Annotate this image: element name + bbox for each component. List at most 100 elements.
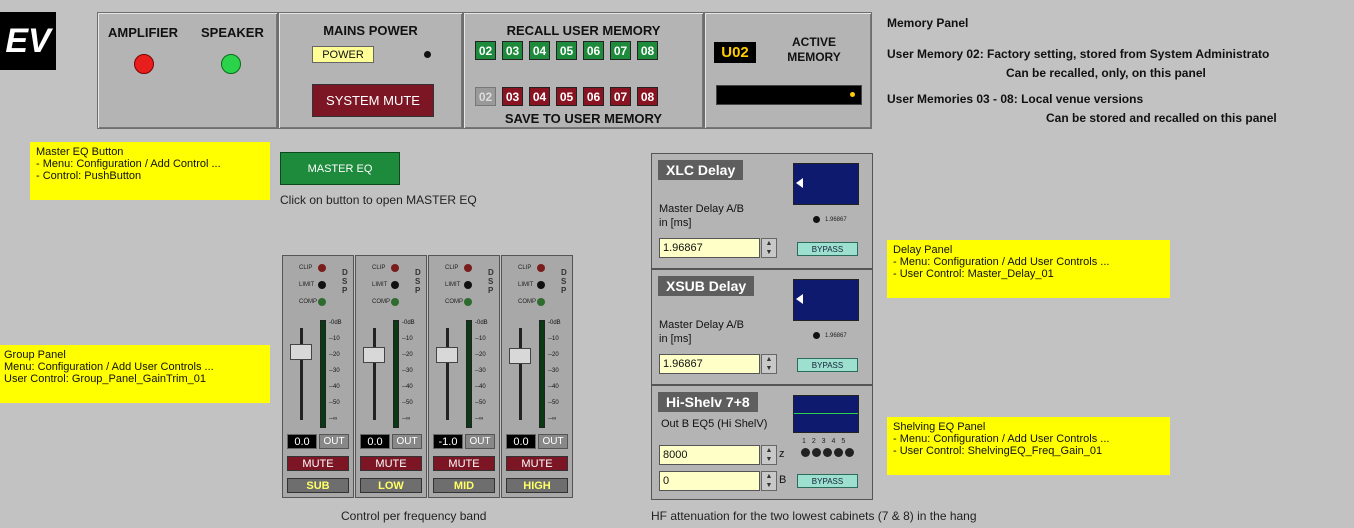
save-memory-07-button[interactable]: 07: [610, 87, 631, 106]
band-label: LOW: [360, 478, 422, 493]
gain-value[interactable]: 0.0: [287, 434, 317, 449]
recall-memory-03-button[interactable]: 03: [502, 41, 523, 60]
power-button[interactable]: POWER: [312, 46, 374, 63]
eq-band-indicator: [823, 448, 832, 457]
meter-scale-label: --20: [329, 352, 340, 358]
meter-scale-label: --∞: [548, 416, 557, 422]
meter-scale-label: -0dB: [329, 320, 342, 326]
mute-button[interactable]: MUTE: [506, 456, 568, 471]
gain-fader-track: [300, 328, 303, 420]
limit-led: [391, 281, 399, 289]
active-memory-panel: U02 ACTIVE MEMORY: [704, 12, 872, 129]
save-memory-08-button[interactable]: 08: [637, 87, 658, 106]
shelf-freq-input[interactable]: 8000: [659, 445, 760, 465]
eq-band-indicator: [834, 448, 843, 457]
gain-fader-handle[interactable]: [363, 347, 385, 363]
dsp-label: DSP: [561, 268, 567, 295]
recall-memory-07-button[interactable]: 07: [610, 41, 631, 60]
recall-memory-04-button[interactable]: 04: [529, 41, 550, 60]
speaker-label: SPEAKER: [201, 25, 264, 40]
master-eq-button[interactable]: MASTER EQ: [280, 152, 400, 185]
note-master-eq: Master EQ Button - Menu: Configuration /…: [30, 142, 270, 200]
comp-led: [464, 298, 472, 306]
eq-curve: [794, 413, 858, 414]
band-label: MID: [433, 478, 495, 493]
meter-scale-label: --50: [402, 400, 413, 406]
gain-fader-track: [519, 328, 522, 420]
meter-scale-label: --10: [329, 336, 340, 342]
recall-memory-05-button[interactable]: 05: [556, 41, 577, 60]
system-mute-button[interactable]: SYSTEM MUTE: [312, 84, 434, 117]
meter-scale-label: -0dB: [402, 320, 415, 326]
level-meter: [466, 320, 472, 428]
recall-memory-02-button[interactable]: 02: [475, 41, 496, 60]
gain-value[interactable]: 0.0: [360, 434, 390, 449]
gain-value[interactable]: 0.0: [506, 434, 536, 449]
meter-scale-label: --30: [548, 368, 559, 374]
desc-line: in [ms]: [659, 217, 692, 229]
save-memory-06-button[interactable]: 06: [583, 87, 604, 106]
memory-info-title: Memory Panel: [887, 16, 969, 30]
shelf-eq-display: [793, 395, 859, 433]
level-meter: [539, 320, 545, 428]
meter-scale-label: --50: [548, 400, 559, 406]
xlc-delay-title: XLC Delay: [658, 160, 744, 180]
gain-fader-handle[interactable]: [290, 344, 312, 360]
mute-button[interactable]: MUTE: [433, 456, 495, 471]
note-line: Shelving EQ Panel: [893, 421, 986, 433]
amplifier-led: [134, 54, 154, 74]
shelf-gain-spinner[interactable]: ▲ ▼: [761, 471, 777, 491]
meter-scale-label: --20: [548, 352, 559, 358]
dsp-label: DSP: [488, 268, 494, 295]
xlc-bypass-button[interactable]: BYPASS: [797, 242, 858, 256]
out-button[interactable]: OUT: [538, 434, 568, 449]
gain-fader-handle[interactable]: [509, 348, 531, 364]
memory-info-line4: Can be stored and recalled on this panel: [1046, 111, 1277, 125]
desc-line: in [ms]: [659, 333, 692, 345]
save-memory-03-button[interactable]: 03: [502, 87, 523, 106]
shelf-gain-input[interactable]: 0: [659, 471, 760, 491]
save-memory-05-button[interactable]: 05: [556, 87, 577, 106]
recall-memory-06-button[interactable]: 06: [583, 41, 604, 60]
gain-fader-handle[interactable]: [436, 347, 458, 363]
display-indicator: [850, 92, 855, 97]
save-memory-04-button[interactable]: 04: [529, 87, 550, 106]
xsub-delay-readout: 1.96867: [825, 333, 847, 339]
ev-logo: EV: [0, 12, 56, 70]
gain-fader-track: [446, 328, 449, 420]
shelf-gain-unit: B: [779, 474, 787, 486]
note-line: - Control: PushButton: [36, 170, 142, 182]
memory-info-line2: Can be recalled, only, on this panel: [1006, 66, 1206, 80]
mute-button[interactable]: MUTE: [287, 456, 349, 471]
shelf-freq-spinner[interactable]: ▲ ▼: [761, 445, 777, 465]
comp-label: COMP: [299, 299, 317, 305]
clip-led: [537, 264, 545, 272]
meter-scale-label: --30: [402, 368, 413, 374]
xsub-delay-spinner[interactable]: ▲ ▼: [761, 354, 777, 374]
group-strip-mid: CLIP LIMIT COMP D S P -0dB --10 --20 --30 --40 --50…: [428, 255, 500, 498]
mute-button[interactable]: MUTE: [360, 456, 422, 471]
hi-shelv-title: Hi-Shelv 7+8: [658, 392, 758, 412]
gain-value[interactable]: -1.0: [433, 434, 463, 449]
recall-memory-08-button[interactable]: 08: [637, 41, 658, 60]
limit-label: LIMIT: [299, 282, 315, 288]
out-button[interactable]: OUT: [392, 434, 422, 449]
meter-scale-label: --50: [475, 400, 486, 406]
meter-scale-label: --10: [402, 336, 413, 342]
active-memory-display: [716, 85, 862, 105]
out-button[interactable]: OUT: [319, 434, 349, 449]
limit-led: [537, 281, 545, 289]
xsub-delay-input[interactable]: 1.96867: [659, 354, 760, 374]
xlc-delay-spinner[interactable]: ▲ ▼: [761, 238, 777, 258]
band-label: SUB: [287, 478, 349, 493]
note-line: Master EQ Button: [36, 146, 124, 158]
meter-scale-label: --40: [475, 384, 486, 390]
clip-label: CLIP: [445, 265, 459, 271]
gain-fader-track: [373, 328, 376, 420]
xsub-bypass-button[interactable]: BYPASS: [797, 358, 858, 372]
meter-scale-label: --40: [548, 384, 559, 390]
shelf-bypass-button[interactable]: BYPASS: [797, 474, 858, 488]
xlc-delay-input[interactable]: 1.96867: [659, 238, 760, 258]
comp-led: [391, 298, 399, 306]
out-button[interactable]: OUT: [465, 434, 495, 449]
